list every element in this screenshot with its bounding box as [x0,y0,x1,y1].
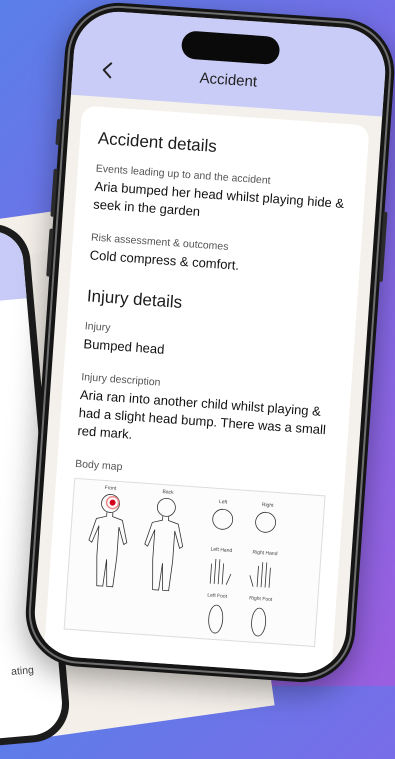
phone-frame: Accident Accident details Events leading… [22,0,395,686]
phone-screen: Accident Accident details Events leading… [31,8,389,677]
back-phone-header [0,228,27,318]
accident-card: Accident details Events leading up to an… [43,105,370,676]
action-button [55,118,62,146]
body-map: Front Back Left Right Left Hand Right Ha… [63,477,326,648]
back-body-figure [144,497,184,592]
accident-details-title: Accident details [97,128,218,156]
back-phone-row-rating: ating [10,664,35,679]
injury-marker-dot [109,499,116,506]
side-head-figures [212,508,276,533]
volume-up-button [50,168,58,217]
hand-figures [209,558,271,588]
feet-figures [208,604,267,637]
app-header: Accident [70,8,389,117]
page-title: Accident [199,69,258,91]
power-button [378,211,388,282]
injury-details-title: Injury details [86,286,183,312]
body-map-figures [88,494,276,637]
